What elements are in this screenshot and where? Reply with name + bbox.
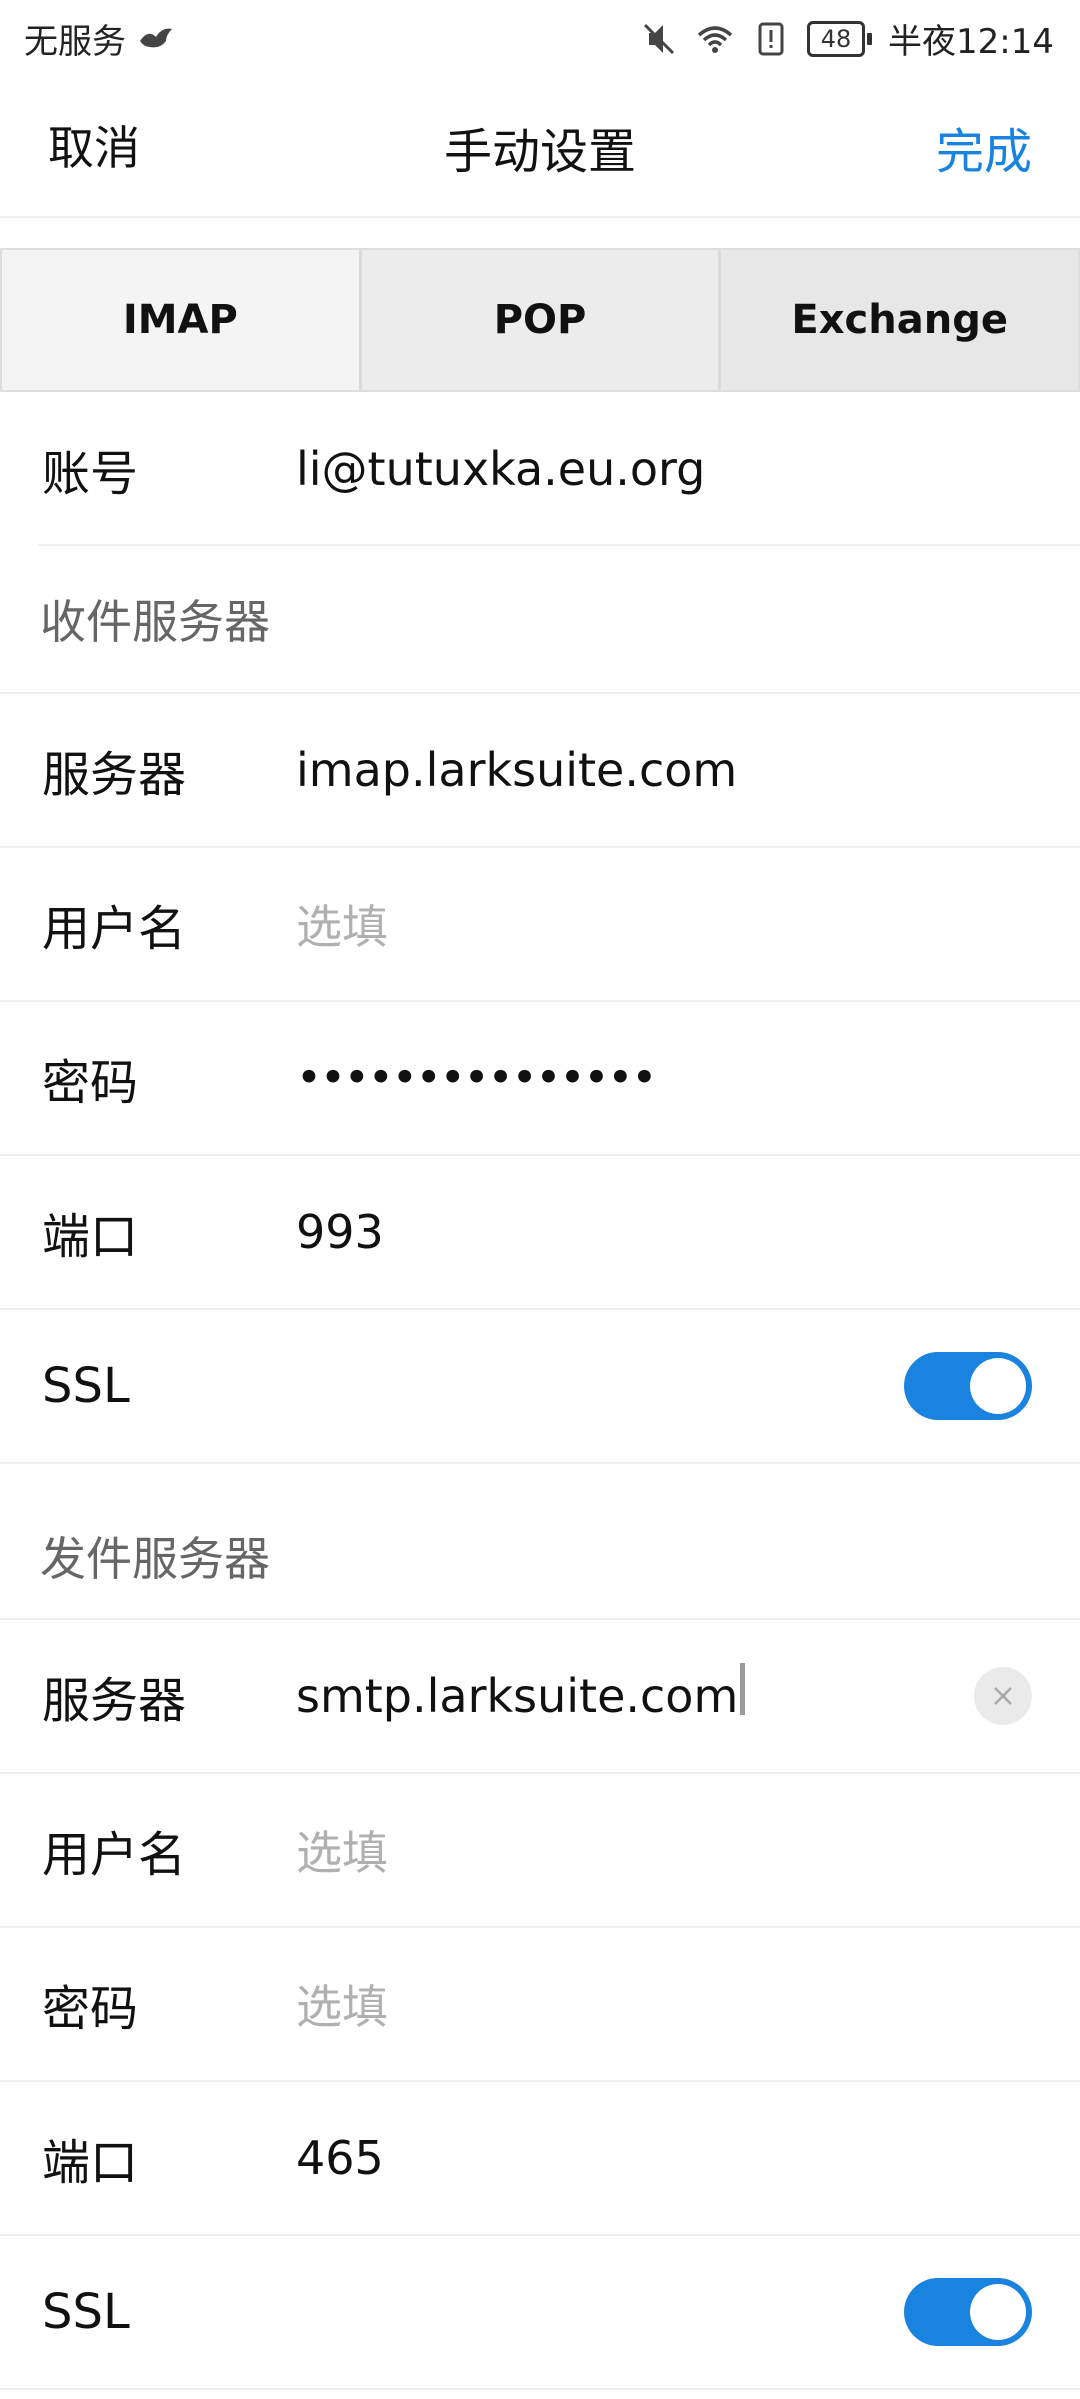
incoming-server-section: 收件服务器 <box>0 546 1080 694</box>
outgoing-ssl-label: SSL <box>42 2284 130 2340</box>
outgoing-server-text: smtp.larksuite.com <box>296 1669 739 1723</box>
outgoing-server-section: 发件服务器 <box>0 1464 1080 1620</box>
tab-exchange[interactable]: Exchange <box>721 250 1079 390</box>
clock-text: 半夜12:14 <box>888 22 1054 62</box>
status-bar: 无服务 48 半夜12:14 <box>0 0 1080 72</box>
outgoing-server-title: 发件服务器 <box>40 1532 270 1587</box>
incoming-server-row[interactable]: 服务器 imap.larksuite.com <box>0 694 1080 848</box>
status-right: 48 半夜12:14 <box>639 14 1054 63</box>
account-field[interactable]: li@tutuxka.eu.org <box>296 442 705 496</box>
mute-icon <box>639 19 679 59</box>
incoming-port-field[interactable]: 993 <box>296 1205 384 1259</box>
incoming-port-label: 端口 <box>42 1209 139 1265</box>
outgoing-username-field[interactable]: 选填 <box>296 1817 388 1883</box>
status-left: 无服务 <box>24 14 176 63</box>
incoming-server-title: 收件服务器 <box>40 595 270 649</box>
outgoing-server-label: 服务器 <box>42 1673 187 1729</box>
sim-alert-icon <box>751 19 791 59</box>
incoming-password-row[interactable]: 密码 ••••••••••••••• <box>0 1002 1080 1156</box>
outgoing-password-label: 密码 <box>42 1981 139 2037</box>
outgoing-port-label: 端口 <box>42 2135 139 2191</box>
outgoing-port-row[interactable]: 端口 465 <box>0 2082 1080 2236</box>
text-cursor <box>740 1663 746 1715</box>
toggle-knob <box>970 2284 1026 2340</box>
outgoing-server-row[interactable]: 服务器 smtp.larksuite.com <box>0 1620 1080 1774</box>
incoming-username-field[interactable]: 选填 <box>296 891 388 957</box>
battery-icon: 48 <box>807 20 873 57</box>
tab-pop[interactable]: POP <box>361 250 722 390</box>
incoming-server-field[interactable]: imap.larksuite.com <box>296 743 737 797</box>
incoming-username-label: 用户名 <box>42 901 187 957</box>
incoming-port-row[interactable]: 端口 993 <box>0 1156 1080 1310</box>
battery-level: 48 <box>807 20 866 57</box>
incoming-username-row[interactable]: 用户名 选填 <box>0 848 1080 1002</box>
incoming-ssl-label: SSL <box>42 1358 130 1414</box>
carrier-text: 无服务 <box>24 22 126 62</box>
clear-input-button[interactable] <box>974 1667 1032 1725</box>
outgoing-port-field[interactable]: 465 <box>296 2131 384 2185</box>
outgoing-ssl-row: SSL <box>0 2236 1080 2390</box>
incoming-password-field[interactable]: ••••••••••••••• <box>296 1053 657 1104</box>
outgoing-username-label: 用户名 <box>42 1827 187 1883</box>
nav-bar: 取消 手动设置 完成 <box>0 72 1080 218</box>
done-button[interactable]: 完成 <box>936 112 1032 182</box>
toggle-knob <box>970 1358 1026 1414</box>
tab-imap[interactable]: IMAP <box>2 250 362 390</box>
outgoing-ssl-toggle[interactable] <box>904 2278 1032 2346</box>
wifi-icon <box>695 19 735 59</box>
incoming-server-label: 服务器 <box>42 747 187 803</box>
account-label: 账号 <box>42 446 139 502</box>
bird-notification-icon <box>136 19 176 59</box>
incoming-password-label: 密码 <box>42 1055 139 1111</box>
cancel-button[interactable]: 取消 <box>48 112 140 178</box>
page-title: 手动设置 <box>443 124 636 180</box>
incoming-ssl-toggle[interactable] <box>904 1352 1032 1420</box>
protocol-tabs: IMAP POP Exchange <box>0 248 1080 392</box>
outgoing-password-field[interactable]: 选填 <box>296 1971 388 2037</box>
outgoing-password-row[interactable]: 密码 选填 <box>0 1928 1080 2082</box>
account-row[interactable]: 账号 li@tutuxka.eu.org <box>0 392 1080 546</box>
outgoing-username-row[interactable]: 用户名 选填 <box>0 1774 1080 1928</box>
close-icon <box>994 1687 1012 1705</box>
outgoing-server-field[interactable]: smtp.larksuite.com <box>296 1663 746 1723</box>
incoming-ssl-row: SSL <box>0 1310 1080 1464</box>
